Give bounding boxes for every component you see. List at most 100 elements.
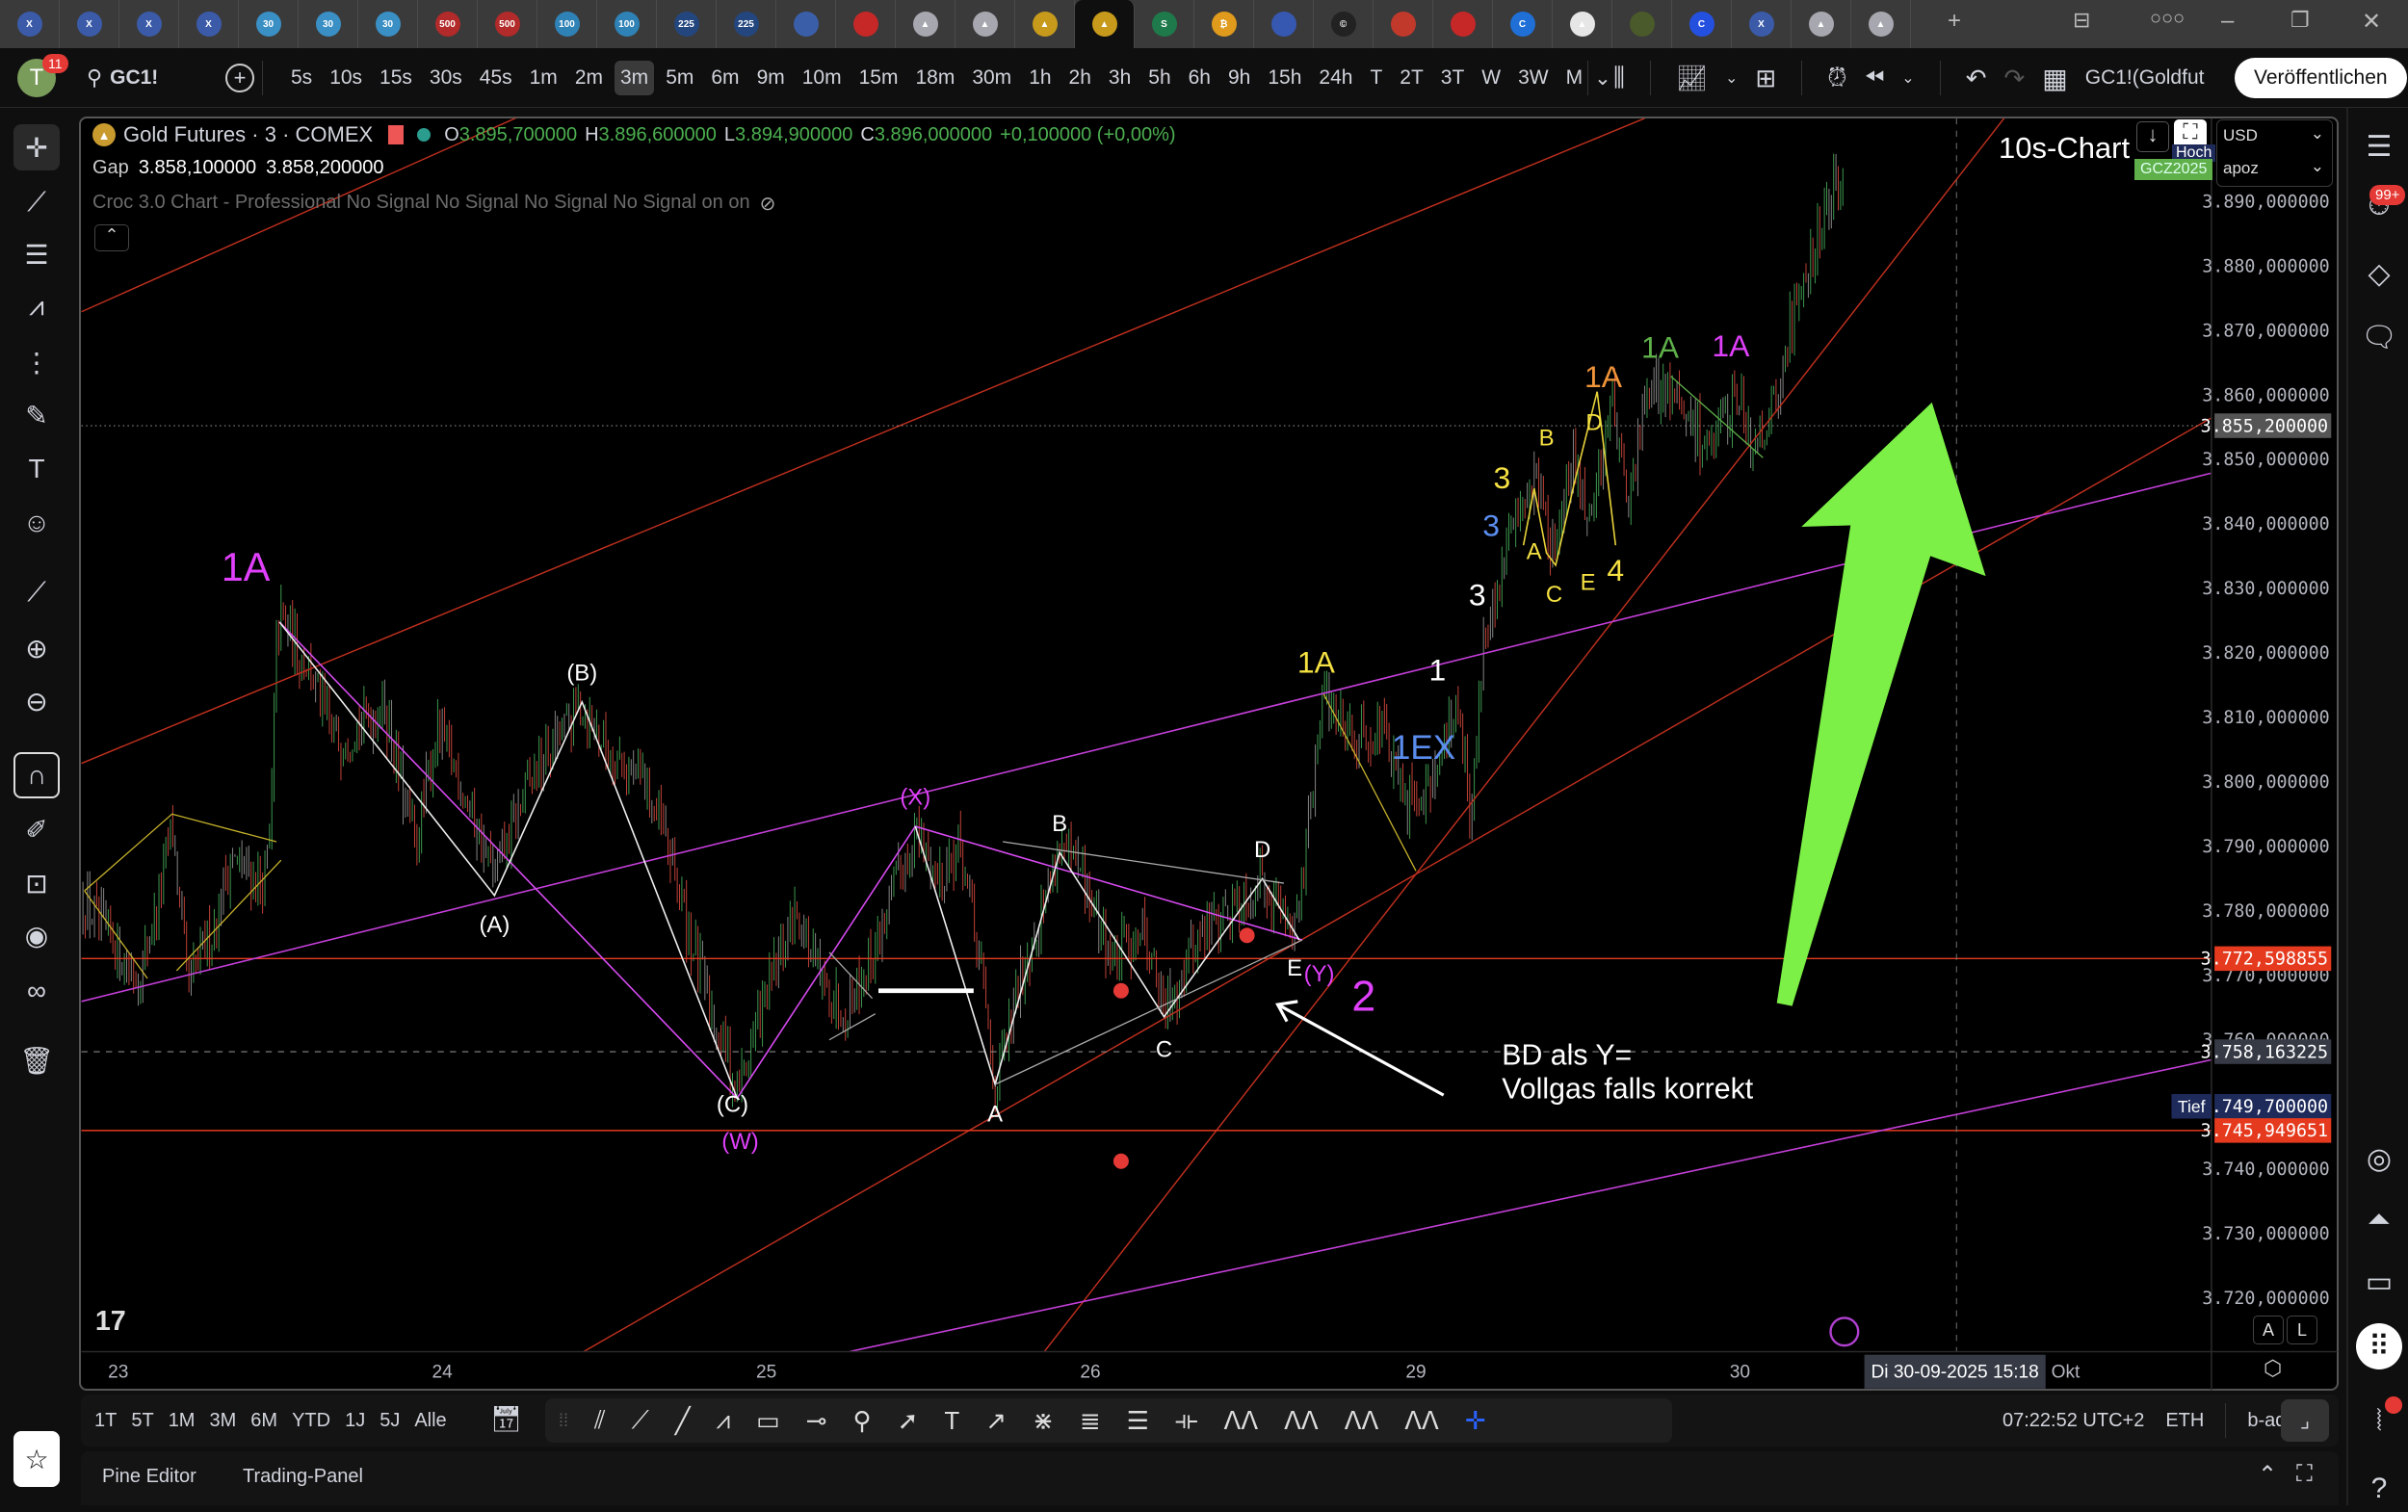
elliott-ae-icon[interactable]: ᐱᐱ — [1404, 1406, 1439, 1436]
browser-tab[interactable] — [1374, 0, 1433, 48]
interval-18m[interactable]: 18m — [909, 61, 960, 95]
lock-icon[interactable]: ⊡ — [13, 860, 60, 906]
currency-unit-selector[interactable]: USD ⌄ apoz ⌄ — [2216, 119, 2333, 187]
session-toggle[interactable]: ETH — [2165, 1410, 2204, 1432]
path-icon[interactable]: ⩘ — [716, 1405, 730, 1436]
fib-retracement-icon[interactable]: ≣ — [1080, 1406, 1101, 1436]
interval-45s[interactable]: 45s — [474, 61, 518, 95]
text-icon[interactable]: T — [944, 1406, 959, 1436]
range-button-5J[interactable]: 5J — [380, 1410, 400, 1432]
log-scale-button[interactable]: L — [2287, 1316, 2317, 1344]
interval-2T[interactable]: 2T — [1394, 61, 1429, 95]
elliott-wy-icon[interactable]: ᐱᐱ — [1284, 1406, 1319, 1436]
target-icon[interactable]: ◎ — [2356, 1135, 2402, 1182]
interval-9h[interactable]: 9h — [1222, 61, 1256, 95]
range-button-1J[interactable]: 1J — [345, 1410, 365, 1432]
publish-button[interactable]: Veröffentlichen — [2235, 58, 2407, 98]
redo-icon[interactable]: ↷ — [2003, 64, 2025, 93]
tab-pine-editor[interactable]: Pine Editor — [102, 1466, 196, 1488]
pattern-tool-icon[interactable]: ⩘ — [13, 283, 60, 329]
interval-2m[interactable]: 2m — [569, 61, 609, 95]
elliott-wz-icon[interactable]: ᐱᐱ — [1345, 1406, 1379, 1436]
browser-tab[interactable]: ▲ — [896, 0, 955, 48]
clock-timezone[interactable]: 07:22:52 UTC+2 — [2002, 1410, 2144, 1432]
drag-handle-icon[interactable]: ⁞⁞ — [559, 1411, 568, 1431]
zoom-out-icon[interactable]: ⊖ — [13, 678, 60, 724]
eye-icon[interactable]: ◉ — [13, 912, 60, 958]
browser-tab[interactable]: 500 — [478, 0, 537, 48]
range-button-1M[interactable]: 1M — [169, 1410, 196, 1432]
apps-grid-icon[interactable]: ⠿ — [2356, 1323, 2402, 1369]
browser-tab[interactable]: © — [1314, 0, 1374, 48]
link-icon[interactable]: ∞ — [13, 968, 60, 1014]
range-button-YTD[interactable]: YTD — [292, 1410, 330, 1432]
layout-name[interactable]: GC1!(Goldfut — [2085, 66, 2205, 90]
compare-symbol-button[interactable]: + — [225, 48, 271, 108]
minimize-button[interactable]: – — [2221, 8, 2234, 35]
trendline-tool-icon[interactable]: ⟋ — [13, 179, 60, 225]
more-icon[interactable]: ○○○ — [2150, 8, 2185, 30]
interval-3T[interactable]: 3T — [1435, 61, 1471, 95]
text-tool-icon[interactable]: T — [13, 446, 60, 492]
hidden-eye-icon[interactable]: ⊘ — [760, 192, 776, 216]
interval-2h[interactable]: 2h — [1063, 61, 1097, 95]
symbol-search[interactable]: ⚲ GC1! — [87, 48, 158, 108]
interval-T[interactable]: T — [1364, 61, 1388, 95]
range-button-5T[interactable]: 5T — [131, 1410, 153, 1432]
range-button-3M[interactable]: 3M — [209, 1410, 236, 1432]
chart-settings-icon[interactable]: ⬡ — [2264, 1356, 2282, 1381]
browser-tab[interactable]: ▲ — [955, 0, 1015, 48]
chevron-down-icon[interactable]: ⌄ — [1725, 68, 1738, 88]
crosshair-tool-icon[interactable]: ✛ — [13, 124, 60, 170]
browser-tab[interactable]: 225 — [657, 0, 717, 48]
interval-10s[interactable]: 10s — [324, 61, 368, 95]
collapse-legend-button[interactable]: ⌃ — [94, 224, 129, 251]
layouts-icon[interactable]: ⊞ — [1755, 64, 1776, 93]
brush-tool-icon[interactable]: ✎ — [13, 392, 60, 438]
new-tab-button[interactable]: + — [1948, 8, 1961, 35]
indicators-icon[interactable]: 📈︎ — [1676, 64, 1708, 93]
chart-pane[interactable] — [79, 117, 2339, 1391]
browser-tab[interactable]: ▲ — [1075, 0, 1135, 48]
alert-icon[interactable]: ⏰︎ — [1827, 63, 1846, 93]
browser-tab[interactable]: 30 — [299, 0, 358, 48]
browser-tab[interactable] — [1433, 0, 1493, 48]
browser-tab[interactable] — [1254, 0, 1314, 48]
browser-tab[interactable] — [1612, 0, 1672, 48]
auto-scale-button[interactable]: A — [2253, 1316, 2284, 1344]
interval-1h[interactable]: 1h — [1023, 61, 1057, 95]
interval-24h[interactable]: 24h — [1313, 61, 1358, 95]
browser-tab[interactable]: 225 — [717, 0, 776, 48]
candle-type-icon[interactable]: ⫼ — [1613, 63, 1625, 93]
chevron-down-icon[interactable]: ⌄ — [1901, 68, 1914, 88]
parallel-channel-icon[interactable]: ⫽ — [594, 1405, 606, 1436]
symbol-title[interactable]: Gold Futures · 3 · COMEX — [123, 122, 373, 147]
interval-1m[interactable]: 1m — [524, 61, 563, 95]
restore-button[interactable]: ❐ — [2290, 8, 2310, 33]
close-window-button[interactable]: ✕ — [2362, 8, 2381, 36]
browser-tab[interactable]: 500 — [418, 0, 478, 48]
gap-indicator[interactable]: Gap 3.858,100000 3.858,200000 — [92, 157, 384, 179]
scroll-down-arrow-icon[interactable]: ↓ — [2136, 121, 2169, 152]
tab-trading-panel[interactable]: Trading-Panel — [243, 1466, 363, 1488]
chat-icon[interactable]: 🗨︎ — [2356, 314, 2402, 360]
browser-tab[interactable]: C — [1493, 0, 1553, 48]
browser-tab[interactable]: X — [0, 0, 60, 48]
emoji-tool-icon[interactable]: ☺ — [13, 500, 60, 546]
interval-6m[interactable]: 6m — [705, 61, 745, 95]
stay-in-drawing-icon[interactable]: ✐ — [13, 806, 60, 852]
zoom-scale-icon[interactable]: ⌟ — [2281, 1399, 2329, 1442]
fib-fan-icon[interactable]: ⋇ — [1033, 1406, 1054, 1436]
browser-tab[interactable]: X — [60, 0, 119, 48]
interval-3m[interactable]: 3m — [615, 61, 654, 95]
user-avatar[interactable]: T 11 — [17, 48, 56, 108]
browser-tab[interactable]: 100 — [537, 0, 597, 48]
browser-tab[interactable]: X — [119, 0, 179, 48]
interval-30s[interactable]: 30s — [424, 61, 468, 95]
grid-layout-icon[interactable]: ▦ — [2042, 63, 2067, 94]
browser-tab[interactable] — [836, 0, 896, 48]
interval-6h[interactable]: 6h — [1183, 61, 1217, 95]
interval-15h[interactable]: 15h — [1262, 61, 1307, 95]
undo-icon[interactable]: ↶ — [1966, 64, 1987, 93]
browser-tab[interactable]: X — [1732, 0, 1792, 48]
